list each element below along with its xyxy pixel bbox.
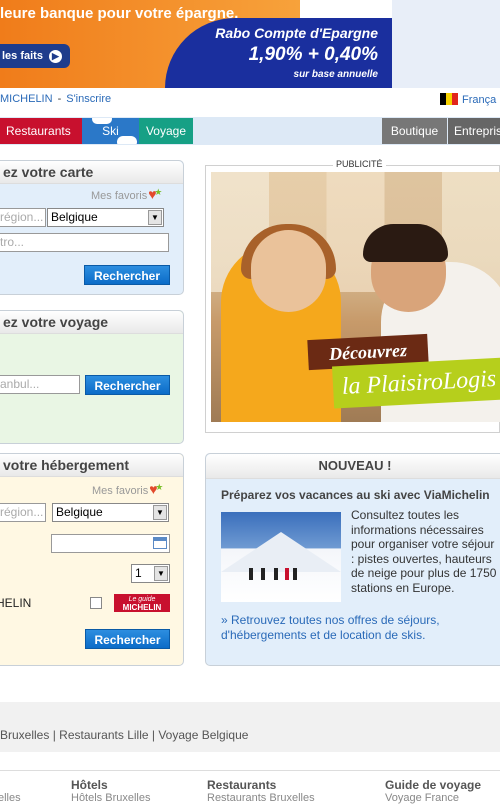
country-select[interactable]: Belgique ▼: [47, 208, 164, 227]
footer-link[interactable]: elles: [0, 792, 21, 804]
rooms-select[interactable]: 1 ▼: [131, 564, 170, 583]
ad-woman-face: [251, 230, 326, 312]
skier-figure: [249, 568, 253, 580]
footer-link[interactable]: Restaurants Bruxelles: [207, 792, 315, 804]
nav-tab-voyage[interactable]: Voyage: [139, 118, 193, 144]
heart-icon: [148, 186, 162, 202]
region-input[interactable]: région...: [0, 503, 46, 522]
date-input[interactable]: [51, 534, 170, 553]
skier-figure: [285, 568, 289, 580]
news-headline: Préparez vos vacances au ski avec ViaMic…: [221, 488, 490, 502]
banner-rates-note: sur base annuelle: [293, 69, 378, 80]
ad-man-hair: [363, 224, 448, 262]
skier-figure: [261, 568, 265, 580]
nav-tab-restaurants[interactable]: Restaurants: [0, 118, 82, 144]
address-input[interactable]: tro...: [0, 233, 169, 252]
banner-rates: 1,90% + 0,40%: [248, 44, 378, 65]
footer-link[interactable]: Hôtels Bruxelles: [71, 792, 150, 804]
region-input[interactable]: région...: [0, 208, 46, 227]
ad-brand: la PlaisiroLogis: [332, 357, 500, 409]
ski-photo: [221, 512, 341, 602]
nav-tab-ski[interactable]: Ski: [82, 118, 139, 144]
nav-tab-ski-label: Ski: [102, 124, 119, 138]
lodging-search-button[interactable]: Rechercher: [85, 629, 170, 649]
banner-slogan: leure banque pour votre épargne.: [0, 5, 239, 22]
panel-title: ez votre voyage: [0, 311, 183, 334]
news-title: NOUVEAU !: [206, 454, 500, 479]
top-links: MICHELIN - S'inscrire: [0, 93, 111, 105]
footer-divider: [0, 770, 500, 771]
seo-link[interactable]: Voyage Belgique: [158, 728, 248, 742]
chevron-down-icon: ▼: [148, 210, 162, 225]
news-link[interactable]: » Retrouvez toutes nos offres de séjours…: [221, 613, 500, 642]
calendar-icon[interactable]: [153, 537, 167, 549]
brand-link[interactable]: MICHELIN: [0, 93, 53, 105]
mountain-shape: [221, 532, 341, 572]
rooms-select-value: 1: [135, 566, 142, 580]
nav-tab-boutique[interactable]: Boutique: [382, 118, 447, 144]
favorites-label: Mes favoris: [92, 485, 149, 497]
destination-input[interactable]: anbul...: [0, 375, 80, 394]
michelin-guide-label: HELIN: [0, 596, 32, 610]
language-label: França: [462, 94, 497, 106]
seo-links: Bruxelles | Restaurants Lille | Voyage B…: [0, 728, 249, 742]
footer-col-title: Restaurants: [207, 778, 277, 792]
belgium-flag-icon: [440, 93, 458, 105]
panel-title: ez votre carte: [0, 161, 183, 184]
ad-label: PUBLICITÉ: [333, 159, 386, 169]
footer-col-title: Guide de voyage: [385, 778, 482, 792]
favorites-label: Mes favoris: [91, 190, 148, 202]
news-body: Consultez toutes les informations nécess…: [351, 508, 497, 595]
seo-link[interactable]: Bruxelles: [0, 728, 49, 742]
language-selector[interactable]: França: [440, 93, 496, 106]
footer-col-title: Hôtels: [71, 778, 108, 792]
arrow-right-icon: ▶: [48, 49, 62, 63]
banner-cta-button[interactable]: les faits ▶: [0, 44, 70, 68]
snow-decoration-icon: [117, 136, 137, 144]
banner-cta-label: les faits: [2, 50, 43, 62]
chevron-down-icon: ▼: [154, 566, 168, 581]
register-link[interactable]: S'inscrire: [66, 93, 111, 105]
michelin-guide-logo: Le guide MICHELIN: [114, 594, 170, 612]
separator: -: [57, 93, 62, 105]
panel-title: votre hébergement: [0, 454, 183, 477]
chevron-down-icon: ▼: [153, 505, 167, 520]
banner-blue-area: Rabo Compte d'Epargne 1,90% + 0,40% sur …: [165, 18, 392, 88]
map-search-button[interactable]: Rechercher: [84, 265, 170, 285]
footer-link[interactable]: Voyage France: [385, 792, 459, 804]
skier-figure: [293, 568, 297, 580]
country-select-value: Belgique: [56, 505, 103, 519]
banner-product: Rabo Compte d'Epargne: [215, 25, 378, 41]
nav-tab-entreprise[interactable]: Entrepris: [448, 118, 500, 144]
banner-side: [392, 0, 500, 88]
michelin-guide-checkbox[interactable]: [90, 597, 102, 609]
country-select-value: Belgique: [51, 210, 98, 224]
ad-image[interactable]: Découvrez la PlaisiroLogis: [211, 172, 500, 422]
favorites-link[interactable]: Mes favoris: [92, 481, 163, 497]
seo-band: [0, 702, 500, 752]
banner-ad[interactable]: leure banque pour votre épargne. les fai…: [0, 0, 392, 88]
skier-figure: [274, 568, 278, 580]
seo-link[interactable]: Restaurants Lille: [59, 728, 148, 742]
guide-bottom-text: MICHELIN: [122, 603, 162, 612]
country-select[interactable]: Belgique ▼: [52, 503, 169, 522]
favorites-link[interactable]: Mes favoris: [91, 186, 162, 202]
trip-search-button[interactable]: Rechercher: [85, 375, 170, 395]
heart-icon: [149, 481, 163, 497]
